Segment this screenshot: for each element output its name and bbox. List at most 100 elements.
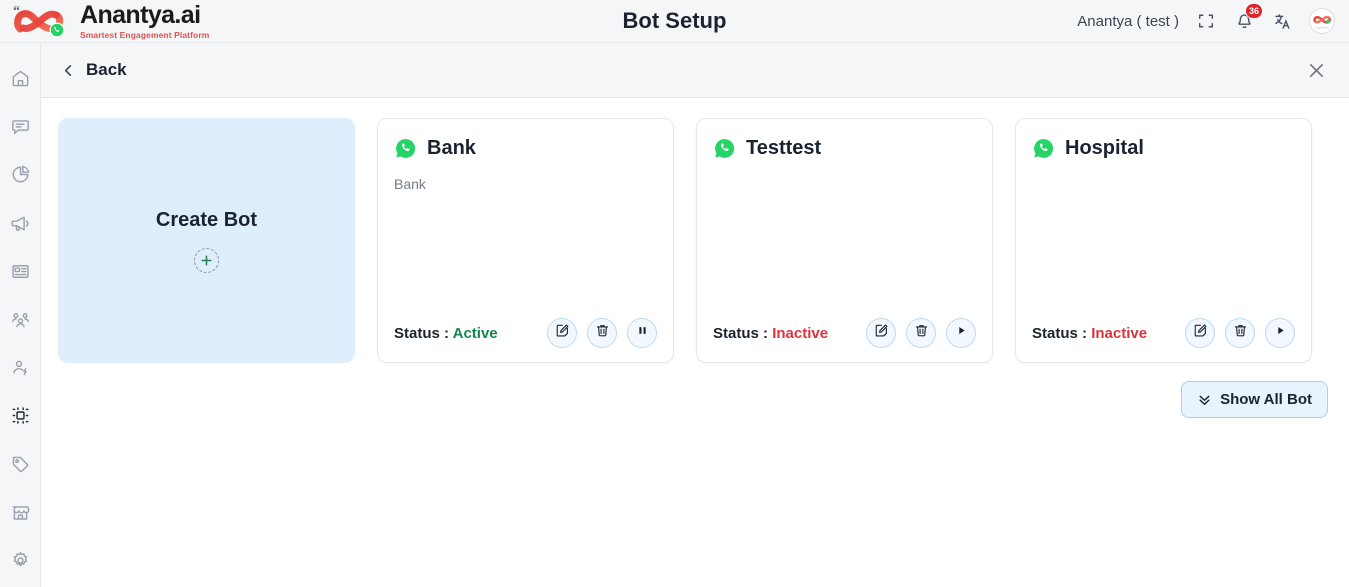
status-value: Active (452, 324, 498, 342)
edit-bot-button[interactable] (866, 318, 896, 348)
delete-bot-button[interactable] (1225, 318, 1255, 348)
sidebar-item-chats[interactable] (0, 105, 40, 153)
status-label: Status : (1032, 324, 1092, 342)
status-badge: Status : Active (394, 325, 498, 342)
tag-icon (10, 454, 31, 480)
play-bot-button[interactable] (1265, 318, 1295, 348)
account-name[interactable]: Anantya ( test ) (1077, 13, 1179, 30)
bot-description (1032, 176, 1295, 194)
close-icon[interactable] (1302, 56, 1331, 85)
sidebar-item-home[interactable] (0, 57, 40, 105)
bot-card-header: Testtest (713, 137, 976, 160)
sub-header: Back (41, 43, 1349, 98)
avatar[interactable]: anantya.ai (1309, 8, 1335, 34)
edit-bot-button[interactable] (1185, 318, 1215, 348)
sidebar-item-agents[interactable] (0, 346, 40, 394)
app-root: “ Anantya.ai Smartest Engagement Platfor… (0, 0, 1349, 587)
store-icon (10, 502, 31, 528)
home-icon (10, 68, 31, 94)
status-value: Inactive (772, 324, 829, 342)
edit-icon (555, 323, 570, 343)
notification-badge: 36 (1244, 3, 1263, 19)
layout-list-icon (10, 261, 31, 287)
bot-actions (866, 318, 976, 348)
bot-cards-row: Create Bot Bank Bank Status: Active Tes… (58, 118, 1333, 363)
bot-card-footer: Status : Inactive (713, 318, 976, 348)
bot-card-header: Hospital (1032, 137, 1295, 160)
bot-actions (1185, 318, 1295, 348)
play-icon (1274, 324, 1287, 342)
edit-icon (1193, 323, 1208, 343)
chat-bubble-icon (10, 116, 31, 142)
sidebar-item-contacts[interactable] (0, 298, 40, 346)
show-all-row: Show All Bot (58, 363, 1333, 418)
bot-name: Testtest (746, 137, 822, 159)
brand-logo[interactable]: “ Anantya.ai Smartest Engagement Platfor… (0, 0, 300, 40)
body: Back Create Bot Bank Bank Status: Activ… (0, 43, 1349, 587)
pause-bot-button[interactable] (627, 318, 657, 348)
whatsapp-icon (1032, 137, 1055, 160)
delete-bot-button[interactable] (587, 318, 617, 348)
back-label: Back (86, 60, 127, 79)
sidebar-item-tags[interactable] (0, 443, 40, 491)
bot-card[interactable]: Bank Bank Status : Active (377, 118, 674, 363)
play-bot-button[interactable] (946, 318, 976, 348)
sidebar-item-templates[interactable] (0, 250, 40, 298)
show-all-bot-label: Show All Bot (1220, 391, 1312, 408)
user-bolt-icon (10, 357, 31, 383)
top-header: “ Anantya.ai Smartest Engagement Platfor… (0, 0, 1349, 43)
back-button[interactable]: Back (61, 60, 127, 80)
bot-name: Bank (427, 137, 476, 159)
trash-icon (914, 323, 929, 343)
main-content: Create Bot Bank Bank Status: Active Tes… (41, 98, 1349, 587)
play-icon (955, 324, 968, 342)
sidebar-item-bot-setup[interactable] (0, 394, 40, 442)
brand-tagline: Smartest Engagement Platform (80, 29, 210, 40)
show-all-bot-button[interactable]: Show All Bot (1181, 381, 1328, 418)
trash-icon (1233, 323, 1248, 343)
status-badge: Status : Inactive (1032, 325, 1147, 342)
sidebar-item-settings[interactable] (0, 539, 40, 587)
bot-card[interactable]: Testtest Status : Inactive (696, 118, 993, 363)
status-value: Inactive (1091, 324, 1148, 342)
bot-description (713, 176, 976, 194)
plus-icon[interactable] (194, 247, 219, 273)
svg-text:“: “ (13, 4, 20, 19)
anantya-logo-icon: “ (12, 3, 74, 39)
delete-bot-button[interactable] (906, 318, 936, 348)
bot-description: Bank (394, 176, 426, 192)
svg-text:anantya.ai: anantya.ai (1315, 25, 1329, 29)
gear-icon (10, 550, 31, 576)
header-actions: Anantya ( test ) 36 anantya.ai (1077, 3, 1349, 34)
fullscreen-icon[interactable] (1195, 10, 1217, 32)
status-label: Status : (394, 324, 453, 342)
trash-icon (595, 323, 610, 343)
pie-chart-icon (10, 164, 31, 190)
whatsapp-icon (713, 137, 736, 160)
status-label: Status : (713, 324, 773, 342)
bot-card-header: Bank (394, 137, 657, 160)
whatsapp-icon (394, 137, 417, 160)
double-chevron-down-icon (1197, 392, 1212, 407)
chevron-left-icon (61, 63, 76, 78)
create-bot-card[interactable]: Create Bot (58, 118, 355, 363)
sidebar-item-campaigns[interactable] (0, 202, 40, 250)
notifications-bell-icon[interactable]: 36 (1233, 3, 1263, 32)
create-bot-title: Create Bot (155, 208, 258, 231)
bot-card[interactable]: Hospital Status : Inactive (1015, 118, 1312, 363)
megaphone-icon (10, 213, 31, 239)
status-badge: Status : Inactive (713, 325, 828, 342)
edit-bot-button[interactable] (547, 318, 577, 348)
edit-icon (874, 323, 889, 343)
pause-icon (636, 324, 649, 342)
sidebar-item-analytics[interactable] (0, 153, 40, 201)
sidebar (0, 43, 41, 587)
bot-card-footer: Status : Inactive (1032, 318, 1295, 348)
bot-actions (547, 318, 657, 348)
sidebar-item-catalog[interactable] (0, 491, 40, 539)
users-group-icon (10, 309, 31, 335)
translate-icon[interactable] (1271, 10, 1293, 32)
bot-frame-icon (10, 405, 31, 431)
bot-name: Hospital (1065, 137, 1144, 159)
brand-name: Anantya.ai (80, 0, 201, 29)
